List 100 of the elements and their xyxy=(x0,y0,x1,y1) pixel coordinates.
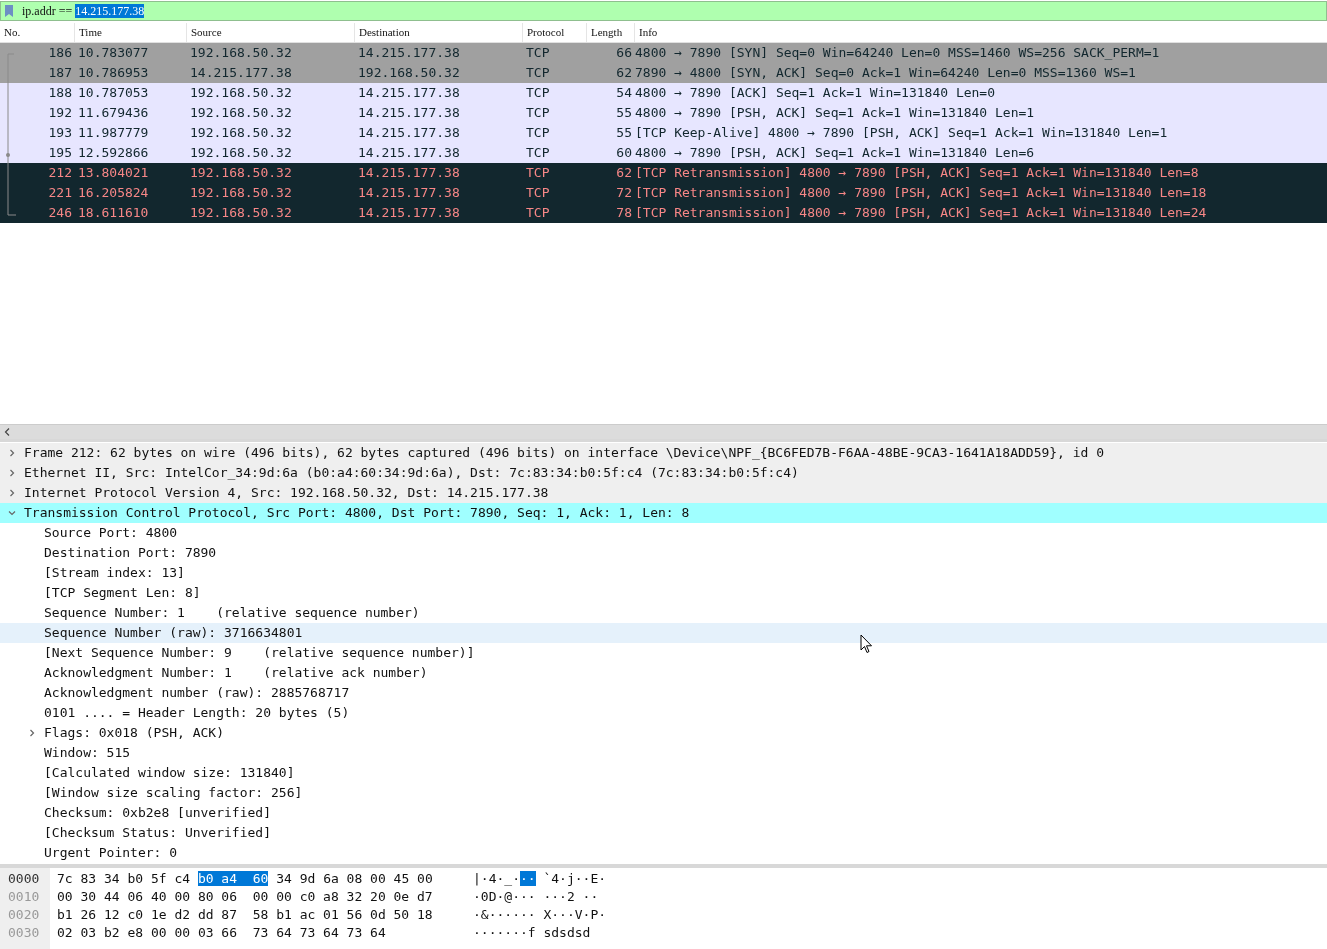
hex-bytes[interactable]: 00 30 44 06 40 00 80 06 00 00 c0 a8 32 20 0e d7 xyxy=(57,889,433,904)
packet-number: 221 xyxy=(47,184,73,202)
tree-item[interactable]: Sequence Number (raw): 3716634801 xyxy=(0,623,1327,643)
tree-item[interactable]: Checksum: 0xb2e8 [unverified] xyxy=(0,803,1327,823)
packet-destination: 192.168.50.32 xyxy=(357,64,461,82)
packet-row[interactable]: 221 16.205824 192.168.50.32 14.215.177.38 TCP 72 [TCP Retransmission] 4800 → 7890 [PSH, ACK] Seq=1 Ack=1 Win=131840 Len=18 xyxy=(0,183,1327,203)
tree-item[interactable]: Window: 515 xyxy=(0,743,1327,763)
packet-protocol: TCP xyxy=(525,64,551,82)
hex-bytes[interactable]: b1 26 12 c0 1e d2 dd 87 58 b1 ac 01 56 0d 50 18 xyxy=(57,907,433,922)
packet-number: 187 xyxy=(47,64,73,82)
tree-item[interactable]: Flags: 0x018 (PSH, ACK) xyxy=(0,723,1327,743)
packet-row[interactable]: 195 12.592866 192.168.50.32 14.215.177.38 TCP 60 4800 → 7890 [PSH, ACK] Seq=1 Ack=1 Win=131840 Len=6 xyxy=(0,143,1327,163)
packet-number: 186 xyxy=(47,44,73,62)
column-header[interactable]: Info xyxy=(635,23,1327,42)
packet-length: 54 xyxy=(615,84,633,102)
packet-protocol: TCP xyxy=(525,204,551,222)
hex-bytes[interactable]: 02 03 b2 e8 00 00 03 66 73 64 73 64 73 64 xyxy=(57,925,386,940)
tree-item[interactable]: Frame 212: 62 bytes on wire (496 bits), 62 bytes captured (496 bits) on interface \Device\NPF_{BC6FED7B-F6AA-48BE-9CA3-1641A18ADD59}, id 0 xyxy=(0,443,1327,463)
packet-time: 10.787053 xyxy=(77,84,150,102)
byte-offset: 0000 xyxy=(7,870,41,888)
packet-time: 11.987779 xyxy=(77,124,150,142)
packet-protocol: TCP xyxy=(525,104,551,122)
column-header[interactable]: No. xyxy=(0,23,75,42)
packet-source: 192.168.50.32 xyxy=(189,144,293,162)
tree-item[interactable]: [Calculated window size: 131840] xyxy=(0,763,1327,783)
packet-source: 192.168.50.32 xyxy=(189,164,293,182)
packet-row[interactable]: 193 11.987779 192.168.50.32 14.215.177.38 TCP 55 [TCP Keep-Alive] 4800 → 7890 [PSH, ACK] Seq=1 Ack=1 Win=131840 Len=1 xyxy=(0,123,1327,143)
packet-destination: 14.215.177.38 xyxy=(357,144,461,162)
ascii-bytes[interactable]: ·· xyxy=(519,871,536,886)
hex-bytes[interactable]: b0 a4 60 xyxy=(197,871,269,886)
column-header[interactable]: Time xyxy=(75,23,187,42)
tree-item[interactable]: Source Port: 4800 xyxy=(0,523,1327,543)
column-header[interactable]: Length xyxy=(587,23,635,42)
packet-info: [TCP Retransmission] 4800 → 7890 [PSH, ACK] Seq=1 Ack=1 Win=131840 Len=8 xyxy=(635,164,1200,182)
packet-protocol: TCP xyxy=(525,84,551,102)
ascii-bytes[interactable]: `4·j··E· xyxy=(535,871,607,886)
tree-item[interactable]: Sequence Number: 1 (relative sequence number) xyxy=(0,603,1327,623)
packet-info: [TCP Retransmission] 4800 → 7890 [PSH, ACK] Seq=1 Ack=1 Win=131840 Len=18 xyxy=(635,184,1208,202)
packet-row[interactable]: 212 13.804021 192.168.50.32 14.215.177.38 TCP 62 [TCP Retransmission] 4800 → 7890 [PSH, ACK] Seq=1 Ack=1 Win=131840 Len=8 xyxy=(0,163,1327,183)
column-header[interactable]: Destination xyxy=(355,23,523,42)
ascii-bytes[interactable]: |·4·_· xyxy=(473,871,520,886)
packet-length: 62 xyxy=(615,64,633,82)
tree-item[interactable]: Ethernet II, Src: IntelCor_34:9d:6a (b0:a4:60:34:9d:6a), Dst: 7c:83:34:b0:5f:c4 (7c:83:34:b0:5f:c4) xyxy=(0,463,1327,483)
tree-item[interactable]: Acknowledgment Number: 1 (relative ack number) xyxy=(0,663,1327,683)
tree-item[interactable]: Destination Port: 7890 xyxy=(0,543,1327,563)
packet-row[interactable]: 192 11.679436 192.168.50.32 14.215.177.38 TCP 55 4800 → 7890 [PSH, ACK] Seq=1 Ack=1 Win=131840 Len=1 xyxy=(0,103,1327,123)
tree-item[interactable]: 0101 .... = Header Length: 20 bytes (5) xyxy=(0,703,1327,723)
column-header[interactable]: Protocol xyxy=(523,23,587,42)
bookmark-icon[interactable] xyxy=(4,4,14,18)
packet-info: 4800 → 7890 [ACK] Seq=1 Ack=1 Win=131840 Len=0 xyxy=(635,84,997,102)
packet-info: 4800 → 7890 [SYN] Seq=0 Win=64240 Len=0 MSS=1460 WS=256 SACK_PERM=1 xyxy=(635,44,1161,62)
ascii-bytes[interactable]: ·&······ X···V·P· xyxy=(473,907,607,922)
packet-time: 11.679436 xyxy=(77,104,150,122)
packet-info: 4800 → 7890 [PSH, ACK] Seq=1 Ack=1 Win=131840 Len=6 xyxy=(635,144,1036,162)
packet-destination: 14.215.177.38 xyxy=(357,184,461,202)
hex-bytes[interactable]: 34 9d 6a 08 00 45 00 xyxy=(268,871,433,886)
tree-item[interactable]: Internet Protocol Version 4, Src: 192.168.50.32, Dst: 14.215.177.38 xyxy=(0,483,1327,503)
column-header[interactable]: Source xyxy=(187,23,355,42)
tree-item[interactable]: [Window size scaling factor: 256] xyxy=(0,783,1327,803)
packet-destination: 14.215.177.38 xyxy=(357,164,461,182)
packet-time: 16.205824 xyxy=(77,184,150,202)
byte-offset: 0020 xyxy=(7,906,41,924)
packet-info: [TCP Retransmission] 4800 → 7890 [PSH, ACK] Seq=1 Ack=1 Win=131840 Len=24 xyxy=(635,204,1208,222)
scroll-left-icon[interactable] xyxy=(4,428,10,436)
packet-number: 188 xyxy=(47,84,73,102)
tree-item[interactable]: [TCP Segment Len: 8] xyxy=(0,583,1327,603)
tree-item[interactable]: [Next Sequence Number: 9 (relative sequence number)] xyxy=(0,643,1327,663)
packet-length: 72 xyxy=(615,184,633,202)
packet-protocol: TCP xyxy=(525,164,551,182)
packet-destination: 14.215.177.38 xyxy=(357,124,461,142)
packet-destination: 14.215.177.38 xyxy=(357,44,461,62)
packet-protocol: TCP xyxy=(525,184,551,202)
packet-row[interactable]: 246 18.611610 192.168.50.32 14.215.177.38 TCP 78 [TCP Retransmission] 4800 → 7890 [PSH, ACK] Seq=1 Ack=1 Win=131840 Len=24 xyxy=(0,203,1327,223)
packet-time: 10.783077 xyxy=(77,44,150,62)
tree-item[interactable]: [Checksum Status: Unverified] xyxy=(0,823,1327,843)
packet-source: 192.168.50.32 xyxy=(189,44,293,62)
ascii-bytes[interactable]: ·······f sdsdsd xyxy=(473,925,591,940)
packet-length: 78 xyxy=(615,204,633,222)
packet-number: 246 xyxy=(47,204,73,222)
packet-info: 4800 → 7890 [PSH, ACK] Seq=1 Ack=1 Win=131840 Len=1 xyxy=(635,104,1036,122)
packet-row[interactable]: 186 10.783077 192.168.50.32 14.215.177.38 TCP 66 4800 → 7890 [SYN] Seq=0 Win=64240 Len=0 MSS=1460 WS=256 SACK_PERM=1 xyxy=(0,43,1327,63)
packet-row[interactable]: 187 10.786953 14.215.177.38 192.168.50.32 TCP 62 7890 → 4800 [SYN, ACK] Seq=0 Ack=1 Win=64240 Len=0 MSS=1360 WS=1 xyxy=(0,63,1327,83)
packet-source: 192.168.50.32 xyxy=(189,204,293,222)
mouse-pointer-icon xyxy=(860,634,873,654)
tree-item[interactable]: Urgent Pointer: 0 xyxy=(0,843,1327,863)
packet-source: 192.168.50.32 xyxy=(189,84,293,102)
hex-bytes[interactable]: 7c 83 34 b0 5f c4 xyxy=(57,871,198,886)
packet-time: 13.804021 xyxy=(77,164,150,182)
display-filter-field[interactable]: ip.addr == 14.215.177.38 xyxy=(0,1,1327,21)
packet-number: 192 xyxy=(47,104,73,122)
tree-item[interactable]: Acknowledgment number (raw): 2885768717 xyxy=(0,683,1327,703)
packet-row[interactable]: 188 10.787053 192.168.50.32 14.215.177.38 TCP 54 4800 → 7890 [ACK] Seq=1 Ack=1 Win=131840 Len=0 xyxy=(0,83,1327,103)
packet-time: 18.611610 xyxy=(77,204,150,222)
tree-item[interactable]: [Stream index: 13] xyxy=(0,563,1327,583)
horizontal-scrollbar[interactable] xyxy=(0,424,1327,439)
packet-number: 212 xyxy=(47,164,73,182)
packet-source: 14.215.177.38 xyxy=(189,64,293,82)
tree-item[interactable]: Transmission Control Protocol, Src Port: 4800, Dst Port: 7890, Seq: 1, Ack: 1, Len: 8 xyxy=(0,503,1327,523)
packet-length: 55 xyxy=(615,124,633,142)
ascii-bytes[interactable]: ·0D·@··· ···2 ·· xyxy=(473,889,599,904)
